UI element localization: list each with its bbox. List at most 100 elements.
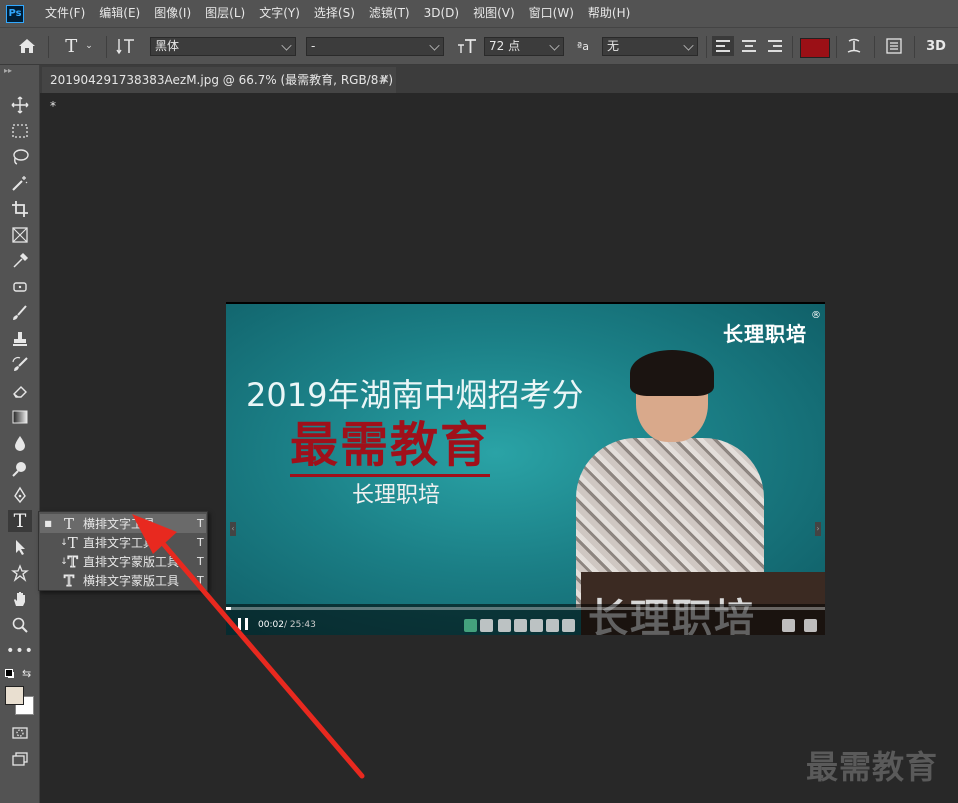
path-selection-tool-icon[interactable]	[8, 536, 32, 558]
flyout-shortcut: T	[197, 517, 204, 530]
pause-icon	[238, 618, 248, 630]
vertical-type-mask-tool[interactable]: ↓ T 直排文字蒙版工具 T	[40, 552, 206, 571]
horizontal-type-tool[interactable]: ■ T 横排文字工具 T	[40, 514, 206, 533]
toggle-orientation-icon[interactable]	[114, 36, 138, 56]
eyedropper-tool-icon[interactable]	[8, 250, 32, 272]
video-tool-icon	[480, 619, 493, 632]
clone-stamp-tool-icon[interactable]	[8, 328, 32, 350]
menu-edit[interactable]: 编辑(E)	[92, 0, 147, 27]
presenter-hair	[630, 350, 714, 396]
blur-tool-icon[interactable]	[8, 432, 32, 454]
image-title-text: 2019年湖南中烟招考分	[246, 376, 584, 414]
align-right-icon	[768, 40, 782, 52]
type-tool-icon[interactable]: T	[8, 510, 32, 532]
character-panel-icon[interactable]	[882, 36, 906, 56]
font-style-select[interactable]: -	[306, 37, 444, 56]
default-colors-icon[interactable]	[5, 669, 14, 678]
menu-view[interactable]: 视图(V)	[466, 0, 522, 27]
threed-button[interactable]: 3D	[922, 36, 950, 56]
menu-image[interactable]: 图像(I)	[147, 0, 198, 27]
vertical-type-icon: ↓ T	[60, 533, 78, 552]
vertical-type-tool[interactable]: ↓ T 直排文字工具 T	[40, 533, 206, 552]
horizontal-type-mask-tool[interactable]: T 横排文字蒙版工具 T	[40, 571, 206, 590]
font-size-input[interactable]: 72 点	[484, 37, 564, 56]
warp-text-icon[interactable]	[842, 36, 866, 56]
marquee-tool-icon[interactable]	[8, 120, 32, 142]
zoom-tool-icon[interactable]	[8, 614, 32, 636]
menu-window[interactable]: 窗口(W)	[522, 0, 581, 27]
chevron-down-icon	[549, 40, 560, 51]
menu-select[interactable]: 选择(S)	[307, 0, 362, 27]
custom-shape-tool-icon[interactable]	[8, 562, 32, 584]
eraser-tool-icon[interactable]	[8, 380, 32, 402]
move-tool-icon[interactable]	[8, 94, 32, 116]
registered-mark: ®	[811, 310, 821, 321]
dodge-tool-icon[interactable]	[8, 458, 32, 480]
menu-filter[interactable]: 滤镜(T)	[362, 0, 417, 27]
document-tab-bar: 201904291738383AezM.jpg @ 66.7% (最需教育, R…	[40, 65, 958, 113]
magic-wand-tool-icon[interactable]	[8, 172, 32, 194]
volume-icon	[782, 619, 795, 632]
menu-type[interactable]: 文字(Y)	[252, 0, 307, 27]
search-icon	[546, 619, 559, 632]
text-layer-big[interactable]: 最需教育	[290, 416, 491, 477]
history-brush-tool-icon[interactable]	[8, 354, 32, 376]
healing-brush-tool-icon[interactable]	[8, 276, 32, 298]
photoshop-logo-icon: Ps	[6, 4, 24, 23]
flyout-label: 直排文字蒙版工具	[83, 555, 180, 569]
align-right-button[interactable]	[764, 36, 786, 56]
menu-3d[interactable]: 3D(D)	[417, 0, 466, 27]
document-title: 201904291738383AezM.jpg @ 66.7% (最需教育, R…	[50, 73, 394, 113]
chevron-down-icon	[281, 40, 292, 51]
swap-colors-icon[interactable]: ⇆	[22, 667, 31, 680]
fullscreen-icon	[804, 619, 817, 632]
eraser-icon	[530, 619, 543, 632]
frame-tool-icon[interactable]	[8, 224, 32, 246]
antialias-icon: ªa	[577, 39, 589, 53]
gradient-tool-icon[interactable]	[8, 406, 32, 428]
tool-preset-picker[interactable]: T ⌄	[58, 36, 100, 57]
text-color-swatch[interactable]	[800, 38, 830, 58]
chevron-down-icon: ⌄	[85, 41, 93, 51]
more-tools-icon[interactable]: •••	[6, 640, 33, 662]
align-left-icon	[716, 40, 730, 52]
watermark-text: 最需教育	[806, 748, 939, 786]
brush-tool-icon[interactable]	[8, 302, 32, 324]
align-center-button[interactable]	[738, 36, 760, 56]
chevron-down-icon	[429, 40, 440, 51]
type-tool-flyout: ■ T 横排文字工具 T ↓ T 直排文字工具 T ↓ T 直排文字蒙版工具 T T…	[38, 511, 208, 591]
document-canvas-image[interactable]: 长理职培 ® 2019年湖南中烟招考分 最需教育 长理职培 长理职培 ‹ › 0…	[226, 302, 825, 635]
font-family-select[interactable]: 黑体	[150, 37, 296, 56]
align-center-icon	[742, 40, 756, 52]
quick-mask-icon[interactable]	[8, 722, 32, 744]
align-left-button[interactable]	[712, 36, 734, 56]
close-icon[interactable]: ×	[379, 67, 390, 93]
lasso-tool-icon[interactable]	[8, 146, 32, 168]
image-brand-logo: 长理职培	[723, 322, 807, 346]
collapse-panel-icon[interactable]: ▸▸	[4, 66, 12, 75]
menu-file[interactable]: 文件(F)	[38, 0, 92, 27]
flyout-shortcut: T	[197, 574, 204, 587]
vertical-type-mask-icon: ↓ T	[60, 552, 78, 571]
options-bar: T ⌄ 黑体 - 72 点 ªa 无 3D	[0, 27, 958, 65]
chevron-right-icon: ›	[815, 522, 821, 536]
menu-layer[interactable]: 图层(L)	[198, 0, 252, 27]
flyout-label: 直排文字工具	[83, 536, 156, 550]
screen-mode-icon[interactable]	[8, 748, 32, 770]
image-subtitle-text: 长理职培	[352, 483, 441, 508]
crop-tool-icon[interactable]	[8, 198, 32, 220]
comment-icon	[562, 619, 575, 632]
horizontal-type-mask-icon: T	[63, 571, 74, 590]
video-time-total: / 25:43	[284, 620, 316, 630]
foreground-color-swatch[interactable]	[5, 686, 24, 705]
menu-bar: Ps 文件(F) 编辑(E) 图像(I) 图层(L) 文字(Y) 选择(S) 滤…	[0, 0, 958, 27]
wechat-icon	[464, 619, 477, 632]
flyout-label: 横排文字蒙版工具	[83, 574, 180, 588]
tools-panel: ▸▸ T ••• ⇆	[0, 65, 40, 803]
hand-tool-icon[interactable]	[8, 588, 32, 610]
document-tab[interactable]: 201904291738383AezM.jpg @ 66.7% (最需教育, R…	[42, 67, 396, 113]
home-icon[interactable]	[14, 36, 40, 56]
antialias-select[interactable]: 无	[602, 37, 698, 56]
pen-tool-icon[interactable]	[8, 484, 32, 506]
menu-help[interactable]: 帮助(H)	[581, 0, 637, 27]
